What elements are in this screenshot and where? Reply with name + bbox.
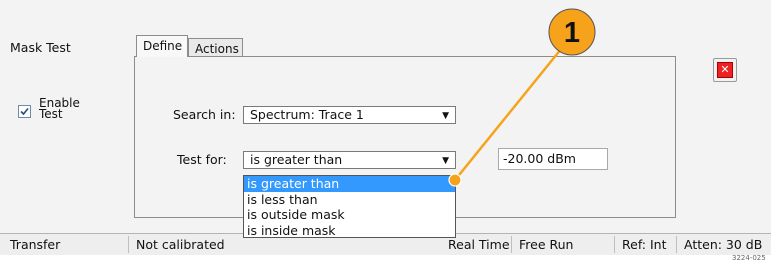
test-for-dropdown-list: is greater than is less than is outside …	[243, 175, 456, 238]
dropdown-option[interactable]: is less than	[244, 192, 455, 208]
dropdown-option[interactable]: is outside mask	[244, 207, 455, 223]
search-in-label: Search in:	[173, 107, 236, 122]
dropdown-arrow-icon: ▼	[442, 156, 449, 166]
tab-actions[interactable]: Actions	[188, 38, 243, 57]
status-separator	[128, 236, 129, 253]
status-run: Free Run	[519, 237, 574, 252]
dropdown-option[interactable]: is greater than	[244, 176, 455, 192]
status-separator	[614, 236, 615, 253]
search-in-value: Spectrum: Trace 1	[250, 107, 364, 122]
panel-title: Mask Test	[10, 40, 71, 55]
test-for-label: Test for:	[177, 152, 227, 167]
enable-label-line2: Test	[39, 107, 63, 121]
checkmark-icon	[20, 107, 29, 116]
dropdown-arrow-icon: ▼	[442, 111, 449, 121]
test-for-select[interactable]: is greater than ▼	[243, 151, 456, 169]
search-in-select[interactable]: Spectrum: Trace 1 ▼	[243, 106, 456, 124]
status-mode: Real Time	[448, 237, 510, 252]
close-icon: ✕	[717, 62, 733, 78]
close-button[interactable]: ✕	[713, 58, 737, 82]
figure-code: 3224-025	[732, 254, 766, 262]
tab-define[interactable]: Define	[136, 35, 188, 57]
status-separator	[676, 236, 677, 253]
dropdown-option[interactable]: is inside mask	[244, 223, 455, 239]
status-transfer: Transfer	[10, 237, 61, 252]
enable-test-label: Enable Test	[39, 97, 80, 121]
status-separator	[511, 236, 512, 253]
status-ref: Ref: Int	[622, 237, 667, 252]
enable-test-control[interactable]: Enable Test	[18, 97, 80, 121]
status-atten: Atten: 30 dB	[684, 237, 763, 252]
threshold-input[interactable]: -20.00 dBm	[498, 148, 608, 170]
enable-test-checkbox[interactable]	[18, 105, 31, 118]
mask-test-dialog: Mask Test Enable Test Define Actions Sea…	[0, 0, 771, 238]
status-calibration: Not calibrated	[136, 237, 225, 252]
test-for-value: is greater than	[250, 152, 343, 167]
